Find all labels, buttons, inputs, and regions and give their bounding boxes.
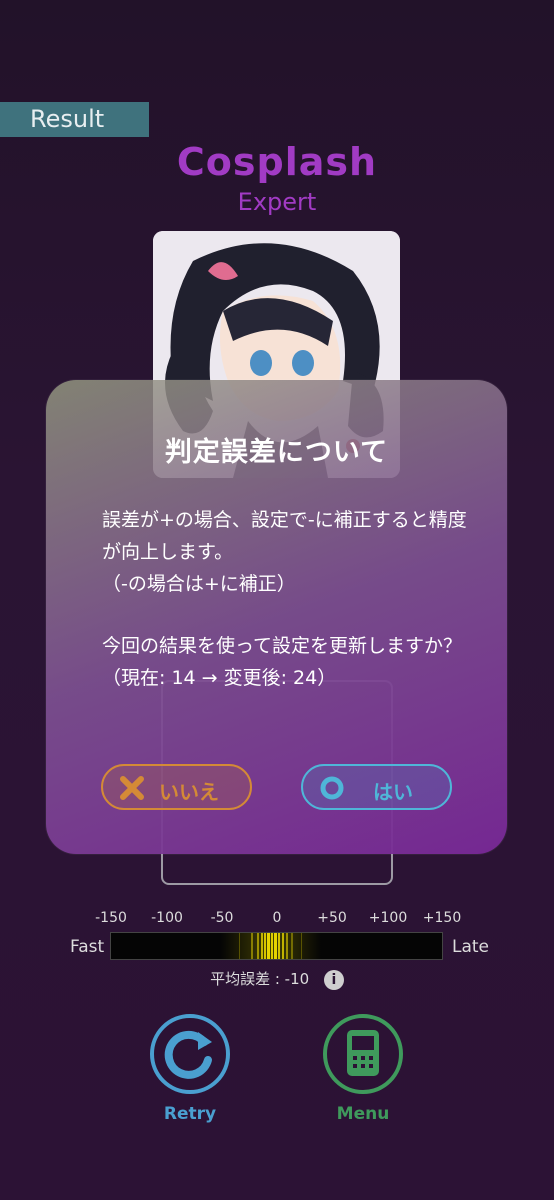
result-tab: Result — [0, 102, 149, 137]
retry-label: Retry — [163, 1104, 217, 1124]
tick-label: -100 — [151, 910, 183, 926]
tick-label: +100 — [368, 910, 408, 926]
timing-distribution-bar — [110, 932, 443, 960]
dialog-body: 誤差が+の場合、設定で-に補正すると精度が向上します。 （-の場合は+に補正） … — [102, 504, 467, 694]
tick-label: -50 — [210, 910, 234, 926]
late-label: Late — [452, 937, 490, 957]
no-label: いいえ — [159, 780, 219, 804]
retry-button[interactable]: Retry — [148, 1012, 232, 1124]
circle-icon — [319, 775, 345, 806]
tick-label: -150 — [95, 910, 127, 926]
dialog-question: 今回の結果を使って設定を更新しますか？ （現在: 14 → 変更後: 24） — [102, 635, 463, 689]
difficulty-label: Expert — [237, 188, 317, 216]
tick-label: +50 — [317, 910, 347, 926]
dialog-title: 判定誤差について — [164, 437, 389, 468]
yes-label: はい — [373, 780, 413, 804]
menu-button[interactable]: Menu — [321, 1012, 405, 1124]
cross-icon — [119, 775, 145, 806]
song-title: Cosplash — [176, 140, 378, 184]
no-button[interactable]: いいえ — [101, 764, 252, 810]
average-error-text: 平均誤差 : -10 — [210, 970, 310, 988]
retry-icon — [150, 1014, 230, 1094]
yes-button[interactable]: はい — [301, 764, 452, 810]
average-error: 平均誤差 : -10 i — [0, 968, 554, 990]
menu-label: Menu — [336, 1104, 390, 1124]
timing-error-dialog: 判定誤差について 誤差が+の場合、設定で-に補正すると精度が向上します。 （-の… — [46, 380, 507, 854]
tick-label: 0 — [272, 910, 282, 926]
tick-label: +150 — [422, 910, 462, 926]
dialog-explanation: 誤差が+の場合、設定で-に補正すると精度が向上します。 （-の場合は+に補正） — [102, 509, 467, 595]
timing-axis: -150 -100 -50 0 +50 +100 +150 — [0, 910, 554, 930]
menu-icon — [323, 1014, 403, 1094]
info-icon[interactable]: i — [323, 969, 344, 990]
fast-label: Fast — [70, 937, 105, 957]
